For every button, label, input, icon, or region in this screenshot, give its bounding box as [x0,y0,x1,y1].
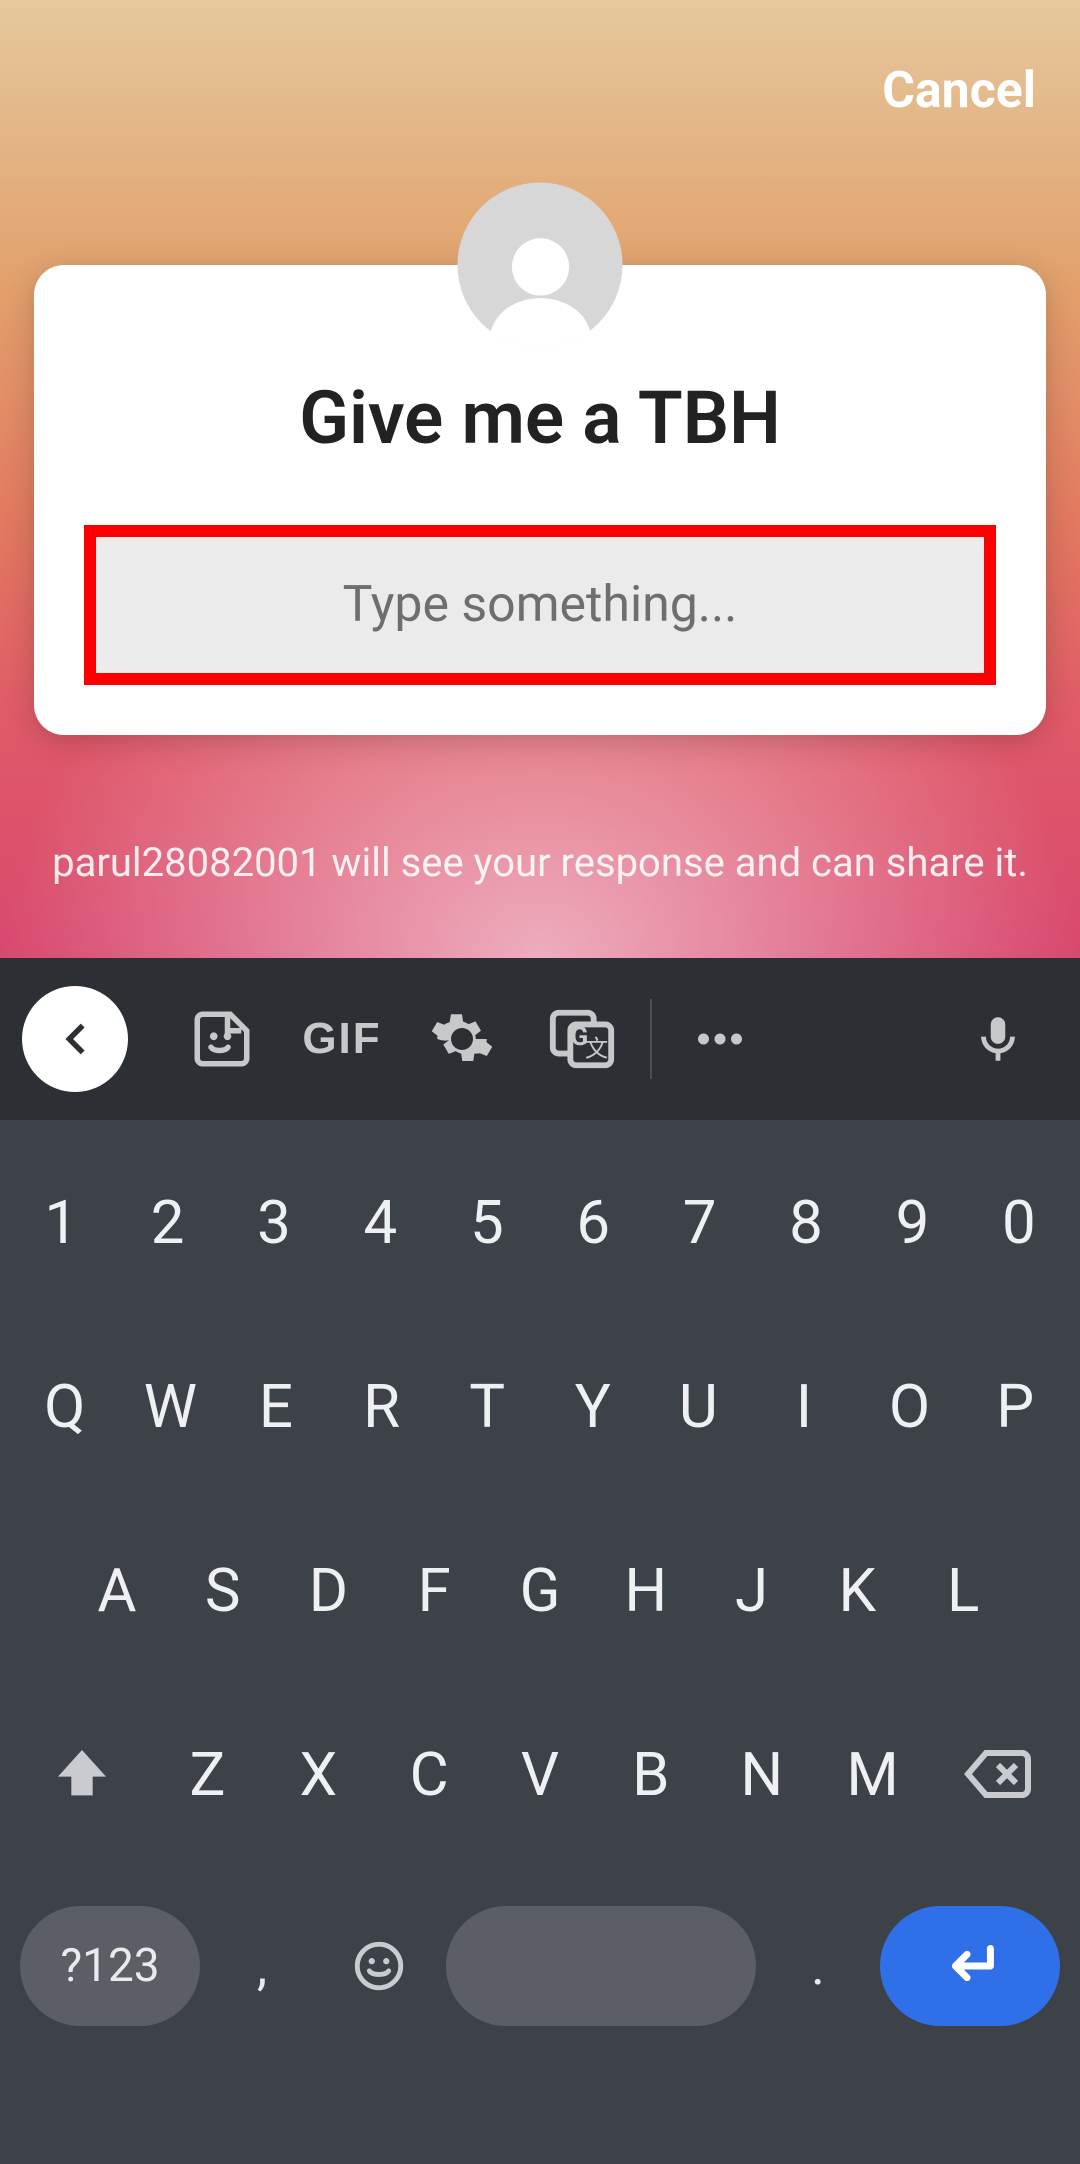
key-2[interactable]: 2 [114,1187,220,1258]
key-e[interactable]: E [223,1371,329,1442]
keyboard-row-2: A S D F G H J K L [8,1498,1072,1682]
key-a[interactable]: A [64,1555,170,1626]
key-i[interactable]: I [751,1371,857,1442]
key-7[interactable]: 7 [646,1187,752,1258]
sticker-icon [189,1006,255,1072]
key-p[interactable]: P [962,1371,1068,1442]
key-9[interactable]: 9 [859,1187,965,1258]
key-g[interactable]: G [487,1555,593,1626]
keyboard-toolbar: GIF G 文 [0,958,1080,1120]
question-card: Give me a TBH Type something... [34,265,1046,735]
toolbar-divider [650,999,652,1079]
gif-button[interactable]: GIF [282,1014,402,1064]
key-b[interactable]: B [595,1739,706,1810]
key-enter[interactable] [880,1906,1060,2026]
key-symbols[interactable]: ?123 [20,1906,200,2026]
soft-keyboard: GIF G 文 [0,958,1080,2164]
keyboard-row-1: Q W E R T Y U I O P [8,1314,1072,1498]
cancel-button[interactable]: Cancel [882,62,1036,120]
backspace-icon [962,1738,1034,1810]
key-1[interactable]: 1 [8,1187,114,1258]
key-3[interactable]: 3 [221,1187,327,1258]
key-c[interactable]: C [374,1739,485,1810]
key-4[interactable]: 4 [327,1187,433,1258]
response-placeholder: Type something... [343,576,738,634]
chevron-left-icon [52,1016,98,1062]
translate-icon: G 文 [547,1004,617,1074]
key-s[interactable]: S [170,1555,276,1626]
key-space[interactable] [446,1906,756,2026]
key-comma[interactable]: , [212,1936,312,1997]
keyboard-row-bottom: ?123 , . [8,1866,1072,2066]
emoji-icon [350,1937,408,1995]
response-input[interactable]: Type something... [84,525,996,685]
keyboard-row-numbers: 1 2 3 4 5 6 7 8 9 0 [8,1130,1072,1314]
key-u[interactable]: U [646,1371,752,1442]
key-5[interactable]: 5 [434,1187,540,1258]
key-l[interactable]: L [910,1555,1016,1626]
more-icon [687,1006,753,1072]
key-j[interactable]: J [699,1555,805,1626]
key-shift[interactable] [12,1742,152,1806]
svg-text:文: 文 [585,1035,608,1063]
key-m[interactable]: M [817,1739,928,1810]
key-t[interactable]: T [434,1371,540,1442]
key-o[interactable]: O [857,1371,963,1442]
key-z[interactable]: Z [152,1739,263,1810]
keyboard-settings-button[interactable] [402,1006,522,1072]
disclosure-text: parul28082001 will see your response and… [0,839,1080,886]
key-w[interactable]: W [118,1371,224,1442]
key-emoji[interactable] [324,1937,434,1995]
gif-label: GIF [302,1014,381,1064]
voice-input-button[interactable] [938,1010,1058,1068]
more-button[interactable] [660,1006,780,1072]
keyboard-row-3: Z X C V B N M [8,1682,1072,1866]
avatar [458,183,623,348]
keyboard-collapse-button[interactable] [22,986,128,1092]
key-x[interactable]: X [263,1739,374,1810]
sticker-button[interactable] [162,1006,282,1072]
key-h[interactable]: H [593,1555,699,1626]
key-n[interactable]: N [706,1739,817,1810]
mic-icon [969,1010,1027,1068]
key-f[interactable]: F [381,1555,487,1626]
person-silhouette-icon [475,218,605,348]
gear-icon [429,1006,495,1072]
key-d[interactable]: D [276,1555,382,1626]
key-8[interactable]: 8 [753,1187,859,1258]
story-reply-screen: Cancel Give me a TBH Type something... p… [0,0,1080,958]
shift-icon [50,1742,114,1806]
key-6[interactable]: 6 [540,1187,646,1258]
key-0[interactable]: 0 [966,1187,1072,1258]
key-y[interactable]: Y [540,1371,646,1442]
enter-icon [935,1931,1005,2001]
key-v[interactable]: V [485,1739,596,1810]
key-period[interactable]: . [768,1936,868,1997]
key-r[interactable]: R [329,1371,435,1442]
translate-button[interactable]: G 文 [522,1004,642,1074]
key-backspace[interactable] [928,1738,1068,1810]
key-q[interactable]: Q [12,1371,118,1442]
key-k[interactable]: K [804,1555,910,1626]
